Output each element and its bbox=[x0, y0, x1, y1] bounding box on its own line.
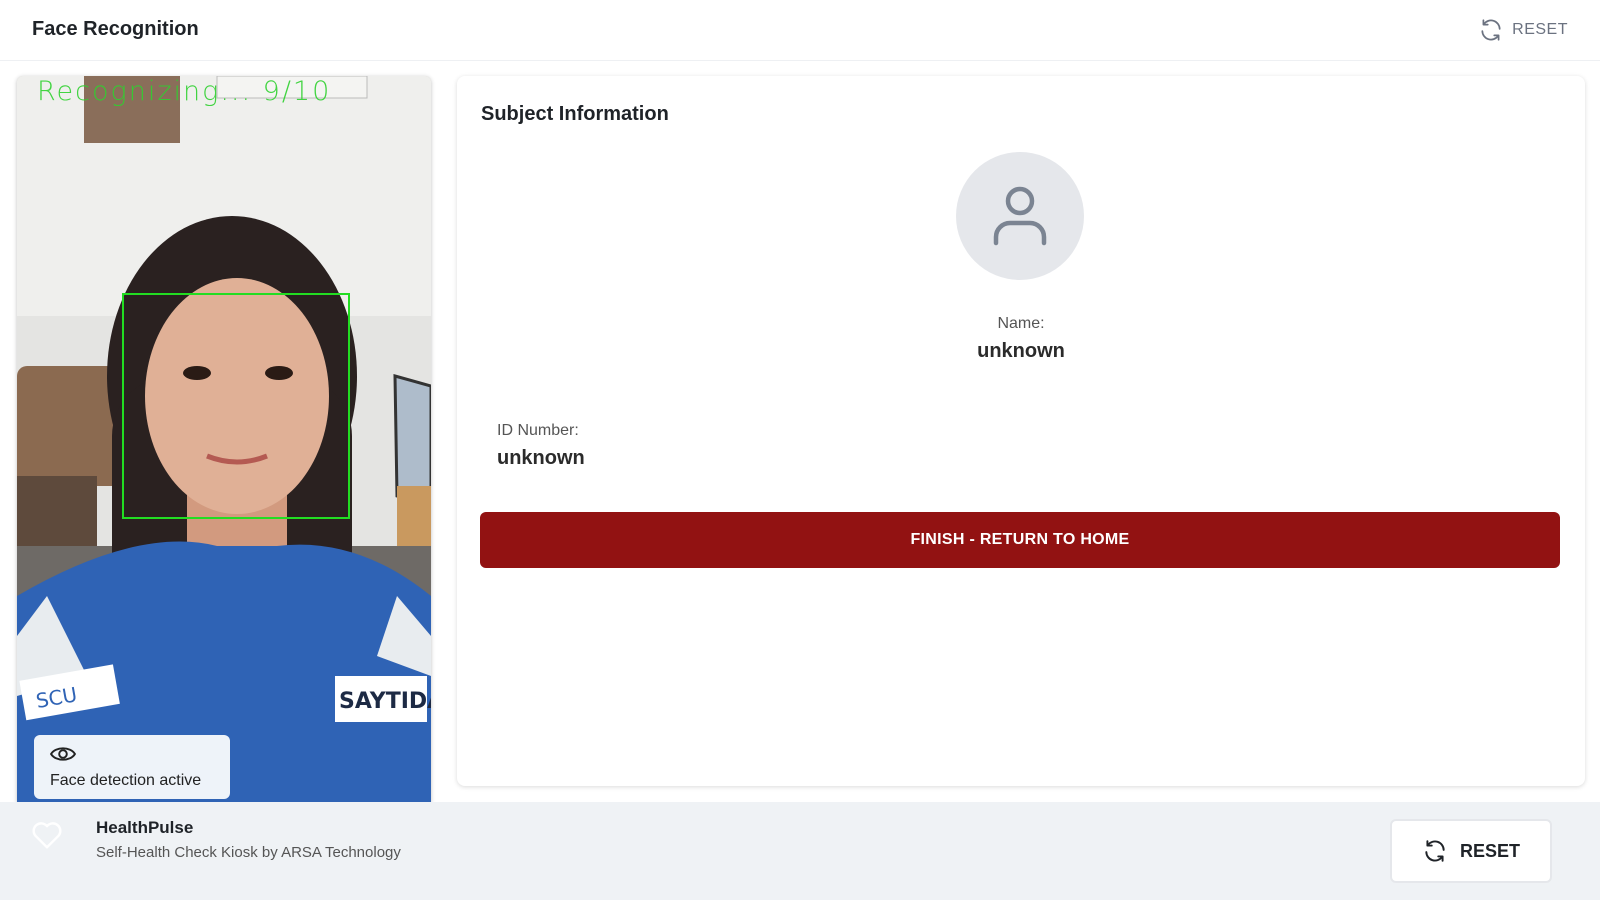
face-bounding-box bbox=[122, 293, 350, 519]
footer-reset-label: RESET bbox=[1459, 840, 1520, 861]
header-reset-button[interactable]: RESET bbox=[1478, 17, 1568, 43]
brand-tagline: Self-Health Check Kiosk by ARSA Technolo… bbox=[96, 844, 401, 861]
id-number-label: ID Number: bbox=[497, 422, 579, 439]
shirt-patch-text: SAYTIDAR bbox=[339, 689, 431, 714]
subject-info-title: Subject Information bbox=[481, 103, 669, 125]
footer-reset-button[interactable]: RESET bbox=[1390, 819, 1552, 883]
app-header: Face Recognition RESET bbox=[0, 0, 1600, 61]
finish-return-home-button[interactable]: FINISH - RETURN TO HOME bbox=[480, 512, 1560, 568]
name-label: Name: bbox=[997, 315, 1045, 332]
face-detection-label: Face detection active bbox=[50, 772, 202, 789]
refresh-icon bbox=[1481, 19, 1501, 41]
avatar bbox=[956, 152, 1084, 280]
app-footer: HealthPulse Self-Health Check Kiosk by A… bbox=[0, 802, 1600, 900]
heart-icon bbox=[32, 822, 62, 849]
brand-name: HealthPulse bbox=[96, 818, 194, 837]
page-title: Face Recognition bbox=[32, 18, 199, 40]
header-reset-label: RESET bbox=[1512, 21, 1568, 38]
refresh-icon bbox=[1425, 840, 1445, 862]
face-detection-badge: Face detection active bbox=[34, 735, 230, 799]
recognition-status: Recognizing... 9/10 bbox=[37, 76, 332, 107]
id-number-value: unknown bbox=[497, 447, 585, 469]
eye-icon bbox=[49, 747, 77, 761]
user-icon bbox=[993, 186, 1047, 246]
subject-info-card: Subject Information Name: unknown ID Num… bbox=[457, 76, 1585, 786]
name-value: unknown bbox=[977, 340, 1065, 362]
camera-feed: SCU SAYTIDAR Recognizing... 9/10 Face de… bbox=[17, 76, 431, 802]
